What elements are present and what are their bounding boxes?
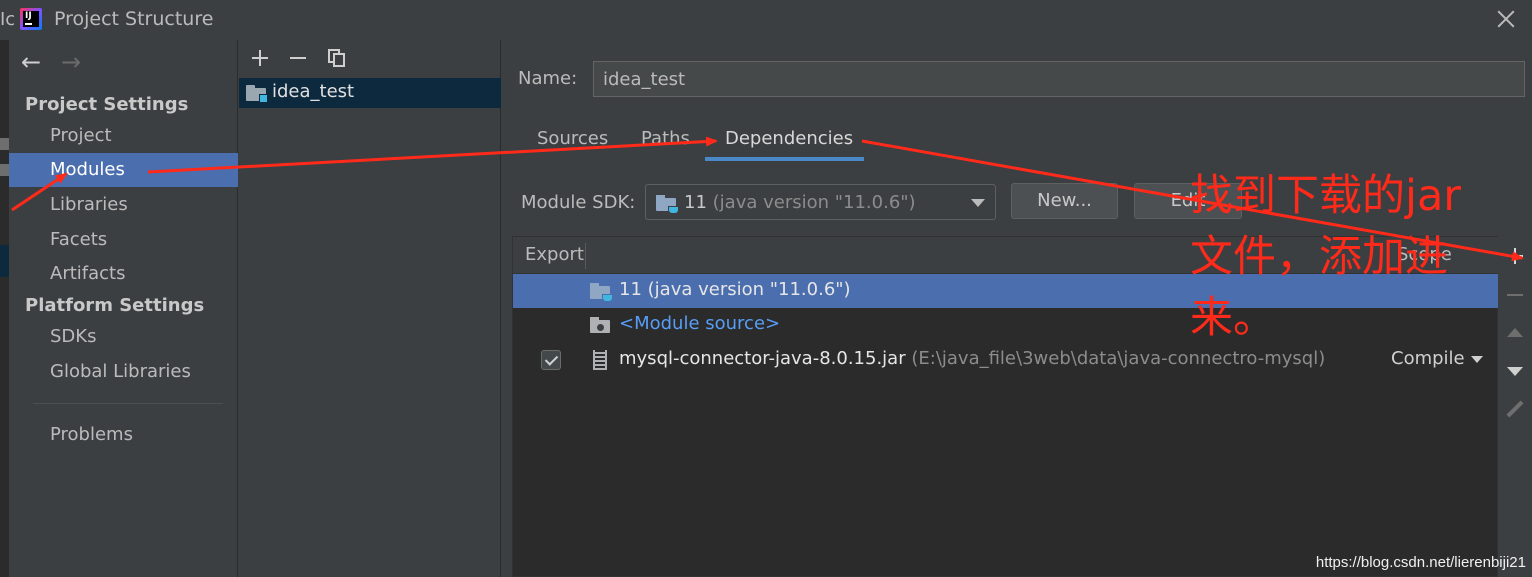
background-window-text: Ic bbox=[0, 9, 16, 30]
settings-nav: ← → Project Settings Project Modules Lib… bbox=[9, 40, 238, 577]
export-checkbox[interactable] bbox=[541, 350, 561, 370]
active-tab-indicator bbox=[705, 157, 864, 161]
jar-icon bbox=[593, 350, 607, 370]
module-details: Name: Sources Paths Dependencies Module … bbox=[502, 40, 1532, 577]
nav-item-artifacts[interactable]: Artifacts bbox=[9, 257, 238, 291]
background-window-strip bbox=[0, 40, 9, 577]
dependency-toolbar bbox=[1498, 236, 1532, 577]
dependency-name: 11 bbox=[619, 279, 642, 300]
nav-item-libraries[interactable]: Libraries bbox=[9, 188, 238, 222]
nav-item-sdks[interactable]: SDKs bbox=[9, 320, 238, 354]
dependencies-table: Export Scope 11 (java version "11.0.6") … bbox=[512, 236, 1499, 577]
sdk-version-detail: (java version "11.0.6") bbox=[712, 192, 916, 213]
watermark: https://blog.csdn.net/lierenbiji21 bbox=[1315, 554, 1526, 571]
sdk-version: 11 bbox=[684, 192, 707, 213]
add-dependency-plus-icon[interactable] bbox=[1502, 243, 1528, 269]
copy-module-icon[interactable] bbox=[325, 46, 349, 70]
dependency-path: (E:\java_file\3web\data\java-connectro-m… bbox=[911, 348, 1326, 369]
dependency-row-jar[interactable]: mysql-connector-java-8.0.15.jar (E:\java… bbox=[513, 343, 1499, 377]
remove-dependency-minus-icon[interactable] bbox=[1502, 282, 1528, 308]
move-down-icon[interactable] bbox=[1502, 358, 1528, 384]
title-bar: Ic IJ Project Structure bbox=[0, 0, 1532, 40]
module-folder-icon bbox=[246, 85, 268, 103]
modules-panel: idea_test bbox=[239, 40, 501, 577]
module-sdk-dropdown[interactable]: 11 (java version "11.0.6") bbox=[645, 184, 996, 220]
source-folder-icon bbox=[590, 317, 610, 333]
nav-section-project-settings: Project Settings bbox=[25, 94, 189, 115]
tab-paths[interactable]: Paths bbox=[641, 128, 690, 160]
dependency-detail: (java version "11.0.6") bbox=[647, 279, 851, 300]
chevron-down-icon bbox=[1470, 355, 1483, 363]
jdk-folder-icon bbox=[590, 283, 613, 302]
column-separator bbox=[585, 243, 586, 269]
intellij-logo-icon: IJ bbox=[20, 8, 42, 30]
name-label: Name: bbox=[518, 68, 578, 89]
jdk-folder-icon bbox=[656, 195, 679, 214]
module-list-item[interactable]: idea_test bbox=[239, 78, 501, 108]
module-sdk-label: Module SDK: bbox=[521, 192, 636, 213]
modules-toolbar bbox=[239, 40, 501, 77]
scope-value: Compile bbox=[1391, 348, 1465, 369]
window-title: Project Structure bbox=[54, 8, 214, 30]
nav-item-project[interactable]: Project bbox=[9, 119, 238, 153]
tab-sources[interactable]: Sources bbox=[537, 128, 608, 160]
dependency-row-jdk[interactable]: 11 (java version "11.0.6") bbox=[513, 274, 1499, 308]
column-scope[interactable]: Scope bbox=[1397, 244, 1452, 265]
back-arrow-icon[interactable]: ← bbox=[21, 50, 41, 74]
scope-dropdown[interactable]: Compile bbox=[1391, 348, 1483, 369]
nav-divider bbox=[33, 403, 223, 404]
nav-item-facets[interactable]: Facets bbox=[9, 223, 238, 257]
forward-arrow-icon[interactable]: → bbox=[61, 50, 81, 74]
module-name-label: idea_test bbox=[272, 81, 355, 102]
close-icon[interactable] bbox=[1494, 7, 1518, 31]
edit-pencil-icon[interactable] bbox=[1502, 397, 1528, 423]
tab-dependencies[interactable]: Dependencies bbox=[725, 128, 853, 160]
chevron-down-icon bbox=[971, 199, 985, 207]
nav-item-modules[interactable]: Modules bbox=[9, 153, 238, 187]
nav-section-platform-settings: Platform Settings bbox=[25, 295, 205, 316]
dependency-row-module-source[interactable]: <Module source> bbox=[513, 308, 1499, 342]
column-export[interactable]: Export bbox=[525, 244, 584, 265]
dependency-name: <Module source> bbox=[619, 313, 781, 334]
move-up-icon[interactable] bbox=[1502, 320, 1528, 346]
nav-item-global-libraries[interactable]: Global Libraries bbox=[9, 355, 238, 389]
edit-sdk-button[interactable]: Edit bbox=[1134, 183, 1242, 219]
new-sdk-button[interactable]: New... bbox=[1011, 183, 1118, 219]
table-header: Export Scope bbox=[513, 237, 1499, 274]
dependency-name: mysql-connector-java-8.0.15.jar bbox=[619, 348, 906, 369]
nav-item-problems[interactable]: Problems bbox=[9, 418, 238, 452]
remove-module-minus-icon[interactable] bbox=[286, 46, 310, 70]
module-name-field[interactable] bbox=[593, 61, 1525, 97]
add-module-plus-icon[interactable] bbox=[248, 46, 272, 70]
